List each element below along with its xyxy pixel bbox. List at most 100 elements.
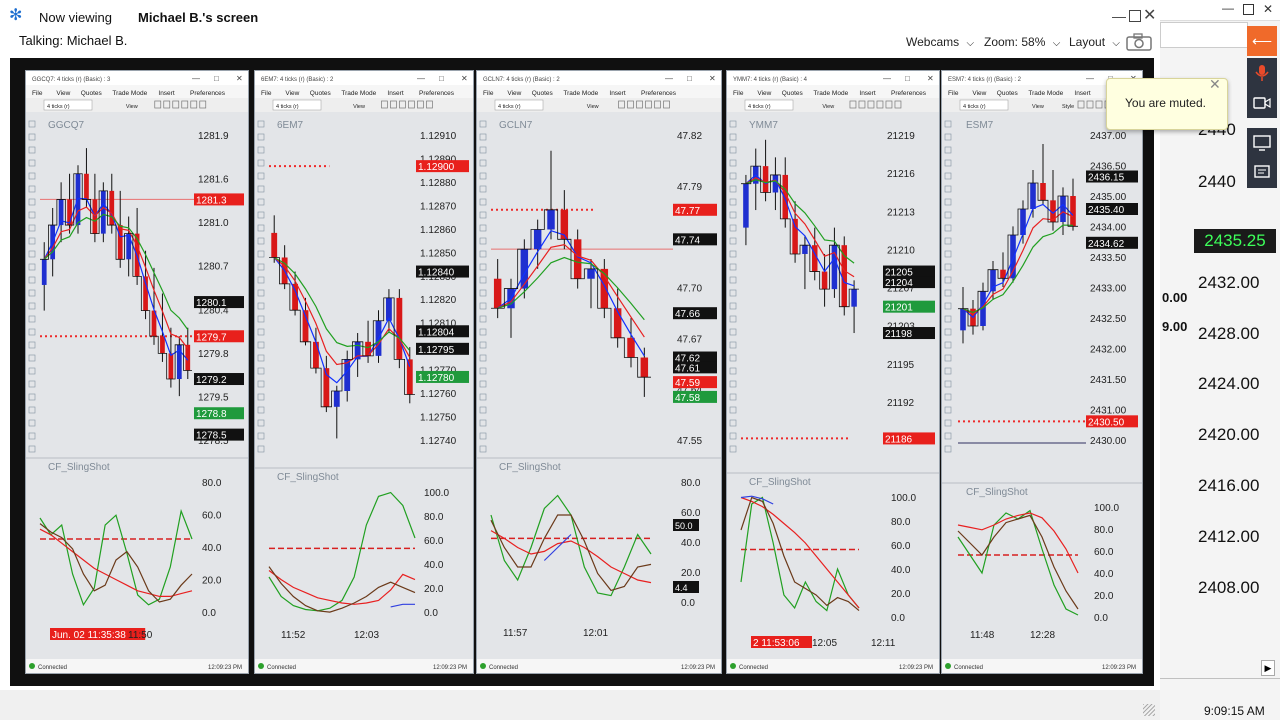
arrow-left-icon[interactable]: ⟵ [1247, 26, 1277, 56]
microphone-muted-icon[interactable] [1247, 58, 1277, 88]
view-menu-button[interactable]: View [353, 104, 365, 110]
window-minimize-button[interactable]: — [883, 74, 891, 83]
oscillator-axis-label: 60.0 [202, 511, 222, 522]
view-menu-button[interactable]: View [126, 104, 138, 110]
maximize-button[interactable] [1129, 10, 1141, 22]
price-axis-label: 1.12880 [420, 178, 457, 189]
price-axis-label: 2430.00 [1090, 436, 1127, 447]
style-menu-button[interactable]: Style [1062, 104, 1074, 110]
resize-grip-icon[interactable] [1143, 704, 1155, 716]
menu-item-trade-mode[interactable]: Trade Mode [813, 90, 848, 97]
video-camera-icon[interactable] [1247, 88, 1277, 118]
chart-canvas[interactable]: GCLN7: 4 ticks (r) (Basic) : 2 — □ ✕ File Vie… [477, 71, 721, 673]
window-maximize-button[interactable]: □ [214, 74, 219, 83]
oscillator-axis-label: 20.0 [1094, 591, 1114, 602]
menu-item-insert[interactable]: Insert [158, 90, 174, 97]
menu-item-view[interactable]: View [757, 90, 771, 97]
chart-window-6em7[interactable]: 6EM7: 4 ticks (r) (Basic) : 2 — □ ✕ File View… [254, 70, 474, 674]
chart-canvas[interactable]: ESM7: 4 ticks (r) (Basic) : 2—□✕FileView… [942, 71, 1142, 673]
window-close-button[interactable]: ✕ [927, 74, 934, 83]
menu-item-preferences[interactable]: Preferences [891, 90, 927, 97]
menu-item-quotes[interactable]: Quotes [782, 90, 804, 97]
price-tag-label: 1279.7 [196, 332, 227, 343]
window-maximize-button[interactable]: □ [687, 74, 692, 83]
window-minimize-button[interactable]: — [1086, 74, 1094, 83]
chart-canvas[interactable]: YMM7: 4 ticks (r) (Basic) : 4 — □ ✕ File View… [727, 71, 939, 673]
bg-minimize-button[interactable]: — [1222, 1, 1234, 15]
price-axis-label: 47.79 [677, 182, 702, 193]
layout-dropdown[interactable]: Layout ⌵ [1069, 35, 1120, 49]
menu-item-preferences[interactable]: Preferences [190, 90, 226, 97]
bg-restore-button[interactable] [1243, 4, 1254, 15]
view-menu-button[interactable]: View [1032, 104, 1044, 110]
window-minimize-button[interactable]: — [665, 74, 673, 83]
chart-canvas[interactable]: 6EM7: 4 ticks (r) (Basic) : 2 — □ ✕ File View… [255, 71, 473, 673]
price-axis-label: 2432.00 [1090, 345, 1127, 356]
menu-item-insert[interactable]: Insert [859, 90, 875, 97]
window-minimize-button[interactable]: — [417, 74, 425, 83]
price-axis-label: 21195 [887, 360, 915, 371]
scroll-right-arrow[interactable]: ▶ [1261, 660, 1275, 676]
menu-item-insert[interactable]: Insert [609, 90, 625, 97]
menu-item-insert[interactable]: Insert [1074, 90, 1090, 97]
candle-body [1030, 183, 1036, 209]
window-title: ESM7: 4 ticks (r) (Basic) : 2 [948, 77, 1022, 83]
menu-item-trade-mode[interactable]: Trade Mode [112, 90, 147, 97]
close-button[interactable]: ✕ [1143, 5, 1156, 25]
menu-item-quotes[interactable]: Quotes [310, 90, 332, 97]
menu-item-file[interactable]: File [948, 90, 959, 97]
menu-item-quotes[interactable]: Quotes [997, 90, 1019, 97]
view-menu-button[interactable]: View [822, 104, 834, 110]
candle-body [802, 245, 808, 254]
menu-item-view[interactable]: View [56, 90, 70, 97]
price-tag-label: 47.59 [675, 378, 700, 389]
menu-item-trade-mode[interactable]: Trade Mode [563, 90, 598, 97]
window-close-button[interactable]: ✕ [709, 74, 716, 83]
screen-share-icon[interactable] [1247, 128, 1277, 158]
menu-item-view[interactable]: View [972, 90, 986, 97]
price-axis-label: 2434.00 [1090, 223, 1127, 234]
price-axis-label: 2437.00 [1090, 131, 1127, 142]
menu-item-trade-mode[interactable]: Trade Mode [341, 90, 376, 97]
menu-item-quotes[interactable]: Quotes [532, 90, 554, 97]
oscillator-axis-label: 20.0 [424, 584, 444, 595]
menu-item-insert[interactable]: Insert [387, 90, 403, 97]
window-minimize-button[interactable]: — [192, 74, 200, 83]
oscillator-axis-label: 100.0 [891, 493, 916, 504]
webcams-dropdown[interactable]: Webcams ⌵ [906, 35, 974, 49]
camera-icon[interactable] [1126, 33, 1152, 51]
window-maximize-button[interactable]: □ [439, 74, 444, 83]
price-axis-label: 1.12850 [420, 248, 457, 259]
menu-item-preferences[interactable]: Preferences [419, 90, 455, 97]
menu-item-preferences[interactable]: Preferences [641, 90, 677, 97]
price-scale-value: 2440 [1198, 172, 1236, 191]
close-icon[interactable]: ✕ [1209, 76, 1221, 93]
oscillator-axis-label: 20.0 [891, 589, 911, 600]
zoom-dropdown[interactable]: Zoom: 58% ⌵ [984, 35, 1060, 49]
chart-window-ymm7[interactable]: YMM7: 4 ticks (r) (Basic) : 4 — □ ✕ File View… [726, 70, 940, 674]
window-maximize-button[interactable]: □ [905, 74, 910, 83]
bg-close-button[interactable]: ✕ [1263, 2, 1273, 16]
menu-item-trade-mode[interactable]: Trade Mode [1028, 90, 1063, 97]
menu-item-quotes[interactable]: Quotes [81, 90, 103, 97]
menu-item-view[interactable]: View [285, 90, 299, 97]
menu-item-file[interactable]: File [733, 90, 744, 97]
menu-item-file[interactable]: File [32, 90, 43, 97]
chart-window-ggcq7[interactable]: GGCQ7: 4 ticks (r) (Basic) : 3 — □ ✕ File Vie… [25, 70, 249, 674]
chat-icon[interactable] [1247, 158, 1277, 188]
chart-canvas[interactable]: GGCQ7: 4 ticks (r) (Basic) : 3 — □ ✕ File Vie… [26, 71, 248, 673]
minimize-button[interactable]: — [1112, 8, 1126, 24]
menu-item-file[interactable]: File [261, 90, 272, 97]
window-close-button[interactable]: ✕ [236, 74, 243, 83]
price-axis-label: 1.12740 [420, 436, 457, 447]
chart-window-gcln7[interactable]: GCLN7: 4 ticks (r) (Basic) : 2 — □ ✕ File Vie… [476, 70, 722, 674]
app-icon: ✻ [9, 7, 23, 24]
window-title: GGCQ7: 4 ticks (r) (Basic) : 3 [32, 77, 111, 83]
menu-item-view[interactable]: View [507, 90, 521, 97]
menu-item-file[interactable]: File [483, 90, 494, 97]
connection-status-icon [29, 663, 35, 669]
view-menu-button[interactable]: View [587, 104, 599, 110]
window-close-button[interactable]: ✕ [461, 74, 468, 83]
price-scale-value: 2408.00 [1198, 578, 1260, 597]
chart-window-esm7[interactable]: ESM7: 4 ticks (r) (Basic) : 2—□✕FileView… [941, 70, 1143, 674]
